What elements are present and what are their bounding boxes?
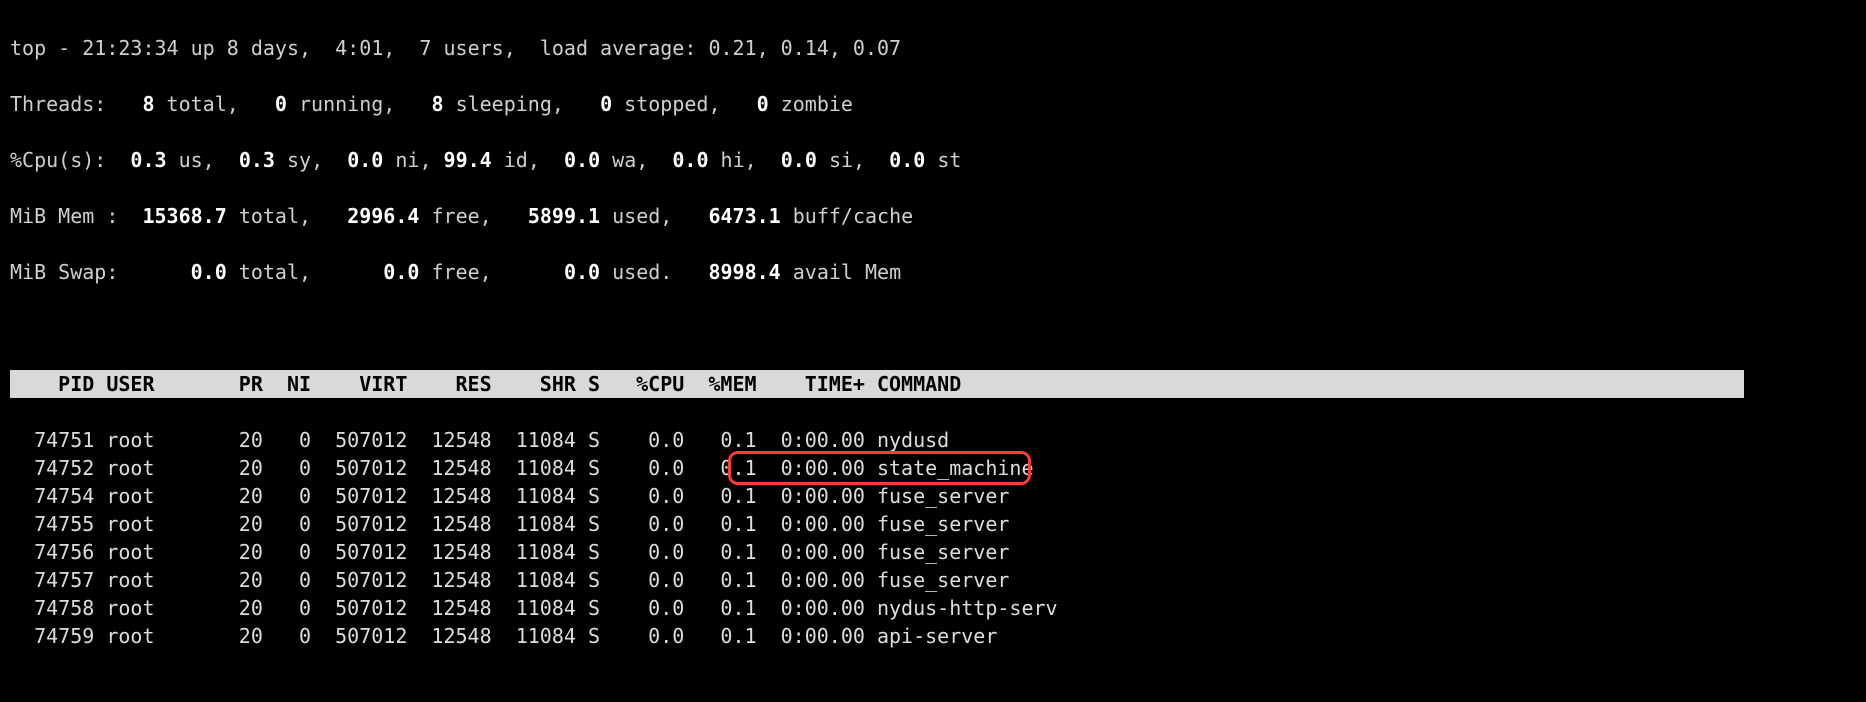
swap-line: MiB Swap: 0.0 total, 0.0 free, 0.0 used.… xyxy=(10,258,1856,286)
swap-total: 0.0 xyxy=(191,260,227,284)
process-row[interactable]: 74758 root 20 0 507012 12548 11084 S 0.0… xyxy=(10,594,1856,622)
cpu-id: 99.4 xyxy=(444,148,492,172)
summary-users: 7 users xyxy=(419,36,503,60)
process-list[interactable]: 74751 root 20 0 507012 12548 11084 S 0.0… xyxy=(10,426,1856,650)
threads-sleeping: 8 xyxy=(431,92,443,116)
cpu-sy: 0.3 xyxy=(239,148,275,172)
swap-free: 0.0 xyxy=(383,260,419,284)
threads-stopped: 0 xyxy=(600,92,612,116)
process-row[interactable]: 74759 root 20 0 507012 12548 11084 S 0.0… xyxy=(10,622,1856,650)
process-row[interactable]: 74757 root 20 0 507012 12548 11084 S 0.0… xyxy=(10,566,1856,594)
summary-line: top - 21:23:34 up 8 days, 4:01, 7 users,… xyxy=(10,34,1856,62)
mem-free: 2996.4 xyxy=(347,204,419,228)
summary-uptime: 8 days, 4:01 xyxy=(227,36,384,60)
swap-label: MiB Swap: xyxy=(10,260,118,284)
summary-load: 0.21, 0.14, 0.07 xyxy=(708,36,901,60)
blank-line xyxy=(10,314,1856,342)
cpu-line: %Cpu(s): 0.3 us, 0.3 sy, 0.0 ni, 99.4 id… xyxy=(10,146,1856,174)
cpu-st: 0.0 xyxy=(889,148,925,172)
header-row[interactable]: PID USER PR NI VIRT RES SHR S %CPU %MEM … xyxy=(10,370,1856,398)
process-row[interactable]: 74752 root 20 0 507012 12548 11084 S 0.0… xyxy=(10,454,1856,482)
cpu-wa: 0.0 xyxy=(564,148,600,172)
threads-total: 8 xyxy=(142,92,154,116)
cpu-ni: 0.0 xyxy=(347,148,383,172)
threads-running: 0 xyxy=(275,92,287,116)
threads-zombie: 0 xyxy=(757,92,769,116)
process-row[interactable]: 74756 root 20 0 507012 12548 11084 S 0.0… xyxy=(10,538,1856,566)
mem-label: MiB Mem : xyxy=(10,204,118,228)
mem-line: MiB Mem : 15368.7 total, 2996.4 free, 58… xyxy=(10,202,1856,230)
cpu-hi: 0.0 xyxy=(672,148,708,172)
mem-buff: 6473.1 xyxy=(708,204,780,228)
mem-total: 15368.7 xyxy=(142,204,226,228)
summary-prefix: top - xyxy=(10,36,82,60)
mem-used: 5899.1 xyxy=(528,204,600,228)
threads-label: Threads: xyxy=(10,92,106,116)
swap-used: 0.0 xyxy=(564,260,600,284)
terminal-top-output: top - 21:23:34 up 8 days, 4:01, 7 users,… xyxy=(0,0,1866,702)
highlight-annotation xyxy=(728,451,1031,485)
cpu-si: 0.0 xyxy=(781,148,817,172)
threads-line: Threads: 8 total, 0 running, 8 sleeping,… xyxy=(10,90,1856,118)
process-row[interactable]: 74751 root 20 0 507012 12548 11084 S 0.0… xyxy=(10,426,1856,454)
summary-load-label: load average: xyxy=(540,36,697,60)
summary-time: 21:23:34 xyxy=(82,36,178,60)
cpu-label: %Cpu(s): xyxy=(10,148,106,172)
process-row[interactable]: 74754 root 20 0 507012 12548 11084 S 0.0… xyxy=(10,482,1856,510)
cpu-us: 0.3 xyxy=(130,148,166,172)
process-row[interactable]: 74755 root 20 0 507012 12548 11084 S 0.0… xyxy=(10,510,1856,538)
swap-avail: 8998.4 xyxy=(708,260,780,284)
summary-up-label: up xyxy=(179,36,227,60)
